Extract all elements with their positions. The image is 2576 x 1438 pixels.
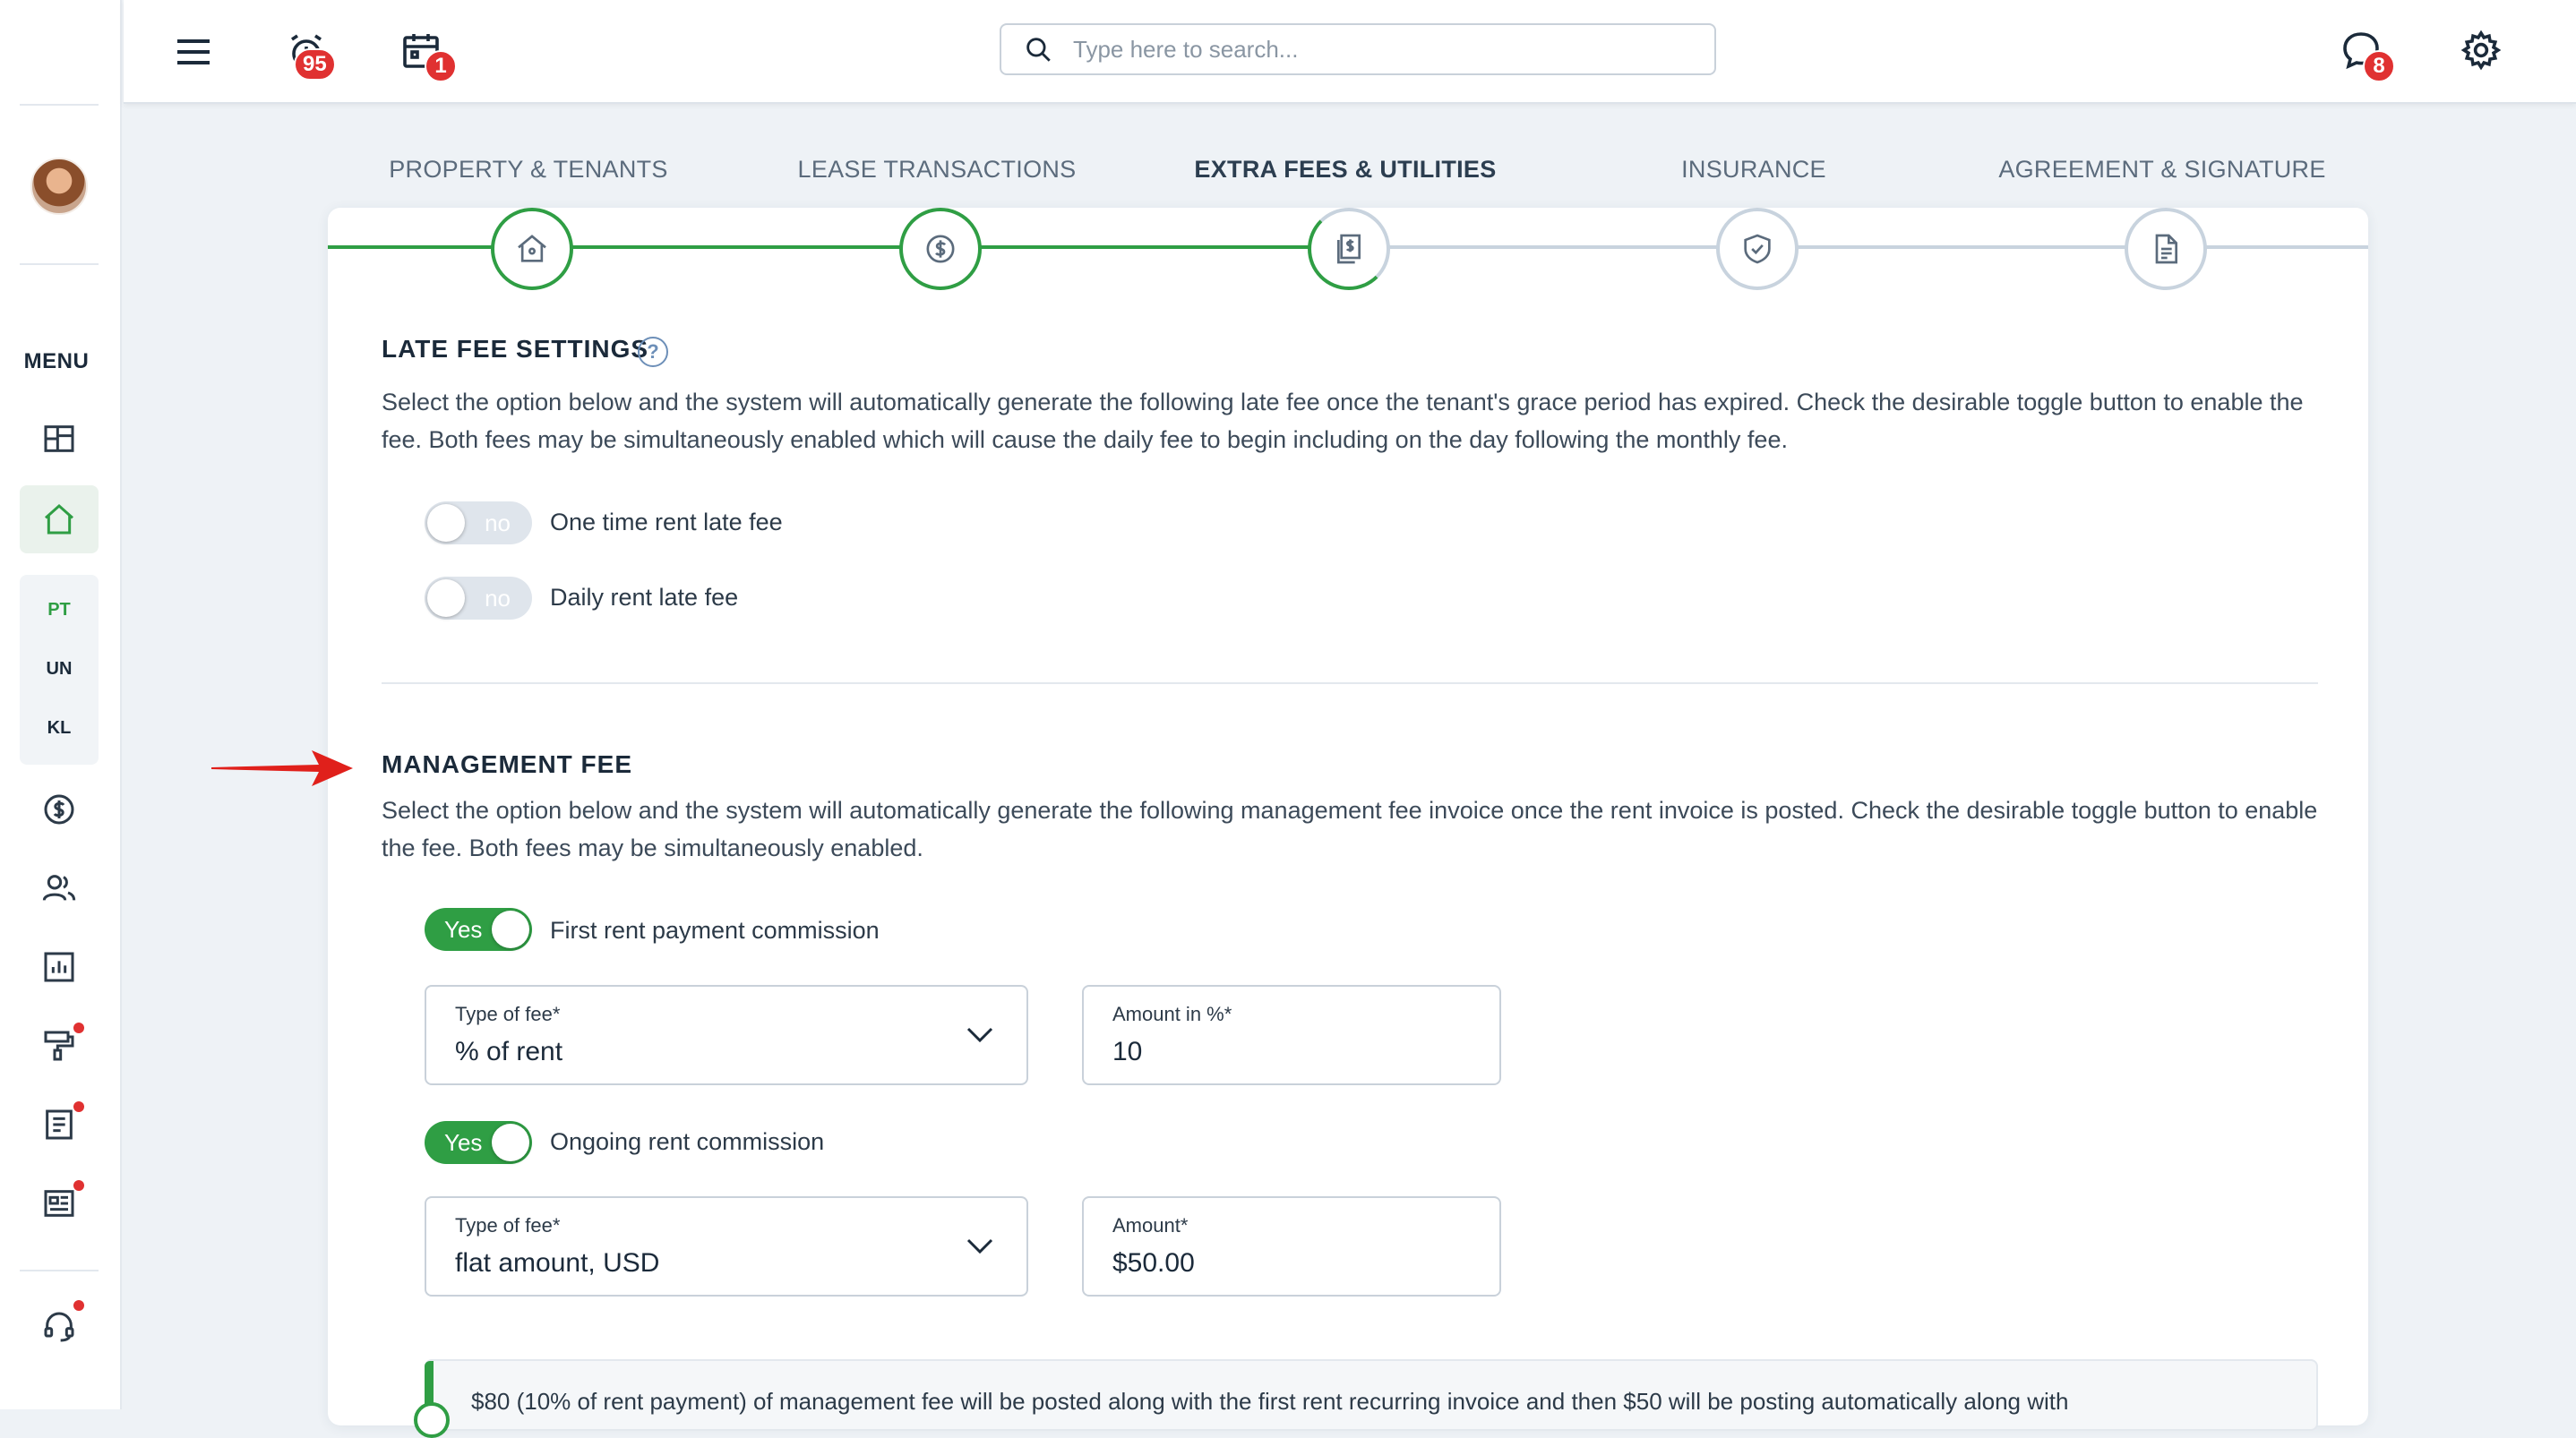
hamburger-menu-icon[interactable]: [168, 27, 219, 77]
dollar-circle-icon: [926, 235, 955, 263]
ongoing-rent-commission-label: Ongoing rent commission: [550, 1128, 825, 1155]
settings-gear-icon[interactable]: [2456, 25, 2506, 75]
annotation-arrow-icon: [211, 750, 353, 786]
field-value: 10: [1112, 1037, 1143, 1066]
sidebar-divider: [20, 104, 99, 106]
field-value: flat amount, USD: [455, 1248, 660, 1278]
one-time-late-fee-label: One time rent late fee: [550, 509, 783, 535]
step-label-agreement[interactable]: AGREEMENT & SIGNATURE: [1983, 156, 2341, 184]
step-insurance[interactable]: [1716, 208, 1799, 290]
chevron-down-icon: [966, 1027, 993, 1043]
home-icon[interactable]: [36, 496, 82, 543]
field-label: Type of fee*: [455, 1003, 561, 1025]
field-label: Amount*: [1112, 1214, 1189, 1237]
help-icon[interactable]: ?: [638, 337, 668, 367]
one-time-late-fee-toggle[interactable]: no: [425, 501, 532, 544]
document-icon: [2155, 234, 2177, 264]
support-headset-icon[interactable]: [36, 1304, 82, 1350]
dashboard-icon[interactable]: [36, 415, 82, 462]
avatar[interactable]: [30, 158, 88, 215]
first-rent-commission-label: First rent payment commission: [550, 917, 880, 944]
report-chart-icon[interactable]: [36, 944, 82, 990]
users-icon[interactable]: [36, 865, 82, 912]
chevron-down-icon: [966, 1238, 993, 1254]
documents-dollar-icon: [1337, 234, 1361, 264]
topbar: 95 1 8: [124, 0, 2576, 104]
stepper-remaining-line: [1345, 245, 2368, 249]
daily-late-fee-label: Daily rent late fee: [550, 584, 739, 611]
sidebar-item-kl[interactable]: KL: [20, 718, 99, 739]
management-fee-description: Select the option below and the system w…: [382, 797, 2318, 861]
step-agreement[interactable]: [2125, 208, 2207, 290]
sidebar-item-un[interactable]: UN: [20, 659, 99, 680]
toggle-state: no: [485, 509, 511, 536]
search-input[interactable]: [1073, 35, 1682, 64]
toggle-knob: [492, 1124, 529, 1161]
field-value: % of rent: [455, 1037, 563, 1066]
first-fee-type-select[interactable]: Type of fee* % of rent: [425, 985, 1028, 1085]
toggle-knob: [492, 911, 529, 948]
notifications-badge: 95: [294, 48, 336, 81]
first-rent-commission-toggle[interactable]: Yes: [425, 908, 532, 951]
daily-late-fee-toggle[interactable]: no: [425, 577, 532, 620]
step-label-lease-transactions[interactable]: LEASE TRANSACTIONS: [758, 156, 1116, 184]
sidebar-divider: [20, 1270, 99, 1271]
shield-check-icon: [1744, 234, 1771, 264]
step-label-property-tenants[interactable]: PROPERTY & TENANTS: [349, 156, 708, 184]
step-lease-transactions[interactable]: [899, 208, 982, 290]
sidebar-item-pt[interactable]: PT: [20, 600, 99, 621]
notification-dot: [73, 1180, 84, 1191]
notification-dot: [73, 1023, 84, 1033]
step-label-extra-fees[interactable]: EXTRA FEES & UTILITIES: [1166, 156, 1524, 184]
late-fee-title: LATE FEE SETTINGS: [382, 335, 649, 363]
late-fee-description: Select the option below and the system w…: [382, 389, 2304, 453]
field-label: Amount in %*: [1112, 1003, 1232, 1025]
section-divider: [382, 682, 2318, 684]
search-bar[interactable]: [1000, 23, 1716, 75]
ongoing-fee-type-select[interactable]: Type of fee* flat amount, USD: [425, 1196, 1028, 1297]
menu-label: MENU: [23, 349, 90, 373]
house-icon: [518, 235, 546, 262]
management-fee-title: MANAGEMENT FEE: [382, 750, 632, 778]
field-label: Type of fee*: [455, 1214, 561, 1237]
toggle-state: Yes: [444, 1129, 483, 1156]
ongoing-rent-commission-toggle[interactable]: Yes: [425, 1121, 532, 1164]
ongoing-amount-input[interactable]: Amount* $50.00: [1082, 1196, 1501, 1297]
search-icon: [1026, 38, 1051, 62]
step-extra-fees[interactable]: [1308, 208, 1390, 290]
toggle-knob: [427, 579, 465, 617]
step-property-tenants[interactable]: [491, 208, 573, 290]
notification-dot: [73, 1300, 84, 1311]
first-amount-input[interactable]: Amount in %* 10: [1082, 985, 1501, 1085]
sidebar: MENU PT UN KL: [0, 0, 122, 1409]
toggle-state: no: [485, 585, 511, 612]
stepper-progress-line: [328, 245, 1345, 249]
field-value: $50.00: [1112, 1248, 1195, 1278]
notification-dot: [73, 1101, 84, 1112]
fee-summary-text: $80 (10% of rent payment) of management …: [471, 1388, 2069, 1415]
toggle-knob: [427, 504, 465, 542]
note-indicator-icon: [414, 1402, 450, 1438]
toggle-state: Yes: [444, 916, 483, 943]
fee-summary-note: $80 (10% of rent payment) of management …: [414, 1359, 2318, 1438]
sidebar-divider: [20, 263, 99, 265]
calendar-badge: 1: [425, 50, 457, 82]
messages-badge: 8: [2363, 50, 2395, 82]
dollar-circle-icon[interactable]: [36, 786, 82, 833]
step-label-insurance[interactable]: INSURANCE: [1575, 156, 1933, 184]
